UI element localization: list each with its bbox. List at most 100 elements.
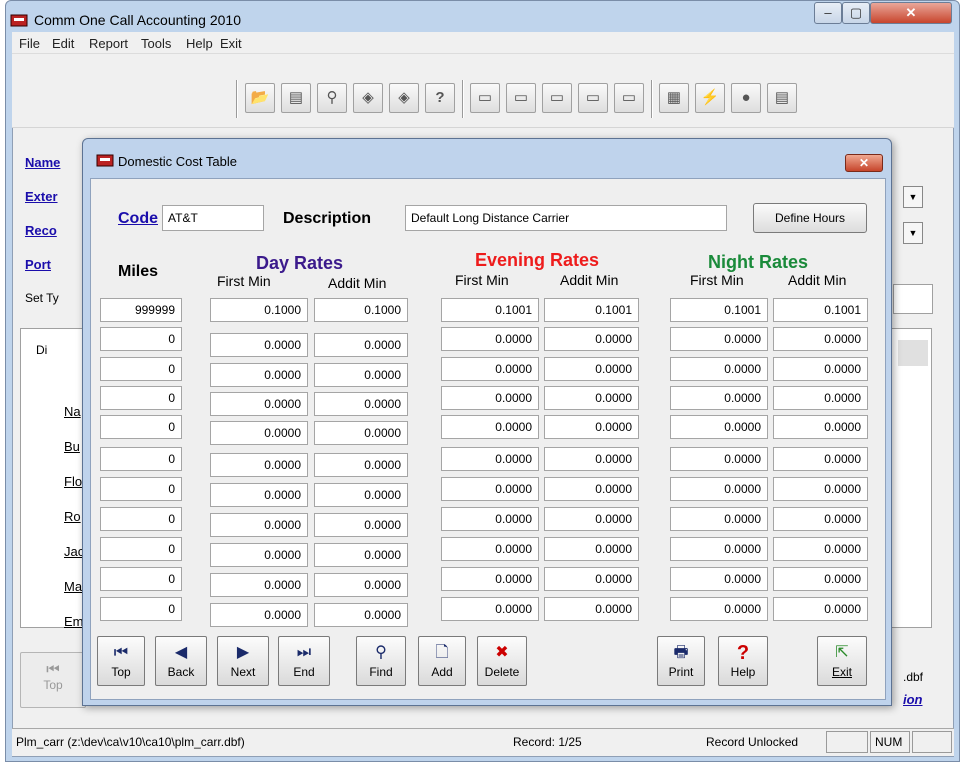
evening-first-cell[interactable]: 0.0000 [441,567,539,591]
evening-first-cell[interactable]: 0.0000 [441,386,539,410]
bg-link[interactable]: Bu [64,439,80,454]
night-first-cell[interactable]: 0.0000 [670,357,768,381]
tray2-icon[interactable]: ▭ [506,83,536,113]
day-first-cell[interactable]: 0.0000 [210,603,308,627]
delete-button[interactable]: ✖ Delete [477,636,527,686]
day-addit-cell[interactable]: 0.0000 [314,392,408,416]
miles-cell[interactable]: 0 [100,415,182,439]
night-first-cell[interactable]: 0.0000 [670,386,768,410]
evening-addit-cell[interactable]: 0.0000 [544,477,639,501]
night-first-cell[interactable]: 0.0000 [670,415,768,439]
day-first-cell[interactable]: 0.0000 [210,363,308,387]
bg-link[interactable]: ion [903,692,923,707]
miles-cell[interactable]: 0 [100,537,182,561]
tray4-icon[interactable]: ▭ [578,83,608,113]
bg-link[interactable]: Ma [64,579,82,594]
evening-first-cell[interactable]: 0.1001 [441,298,539,322]
miles-cell[interactable]: 0 [100,447,182,471]
find-button[interactable]: ⚲ Find [356,636,406,686]
day-addit-cell[interactable]: 0.0000 [314,453,408,477]
evening-first-cell[interactable]: 0.0000 [441,507,539,531]
day-first-cell[interactable]: 0.0000 [210,392,308,416]
code-field[interactable]: AT&T [162,205,264,231]
evening-first-cell[interactable]: 0.0000 [441,447,539,471]
night-addit-cell[interactable]: 0.0000 [773,567,868,591]
menu-help[interactable]: Help [186,36,213,51]
menu-report[interactable]: Report [89,36,128,51]
day-first-cell[interactable]: 0.0000 [210,573,308,597]
tray3-icon[interactable]: ▭ [542,83,572,113]
evening-addit-cell[interactable]: 0.0000 [544,415,639,439]
miles-cell[interactable]: 0 [100,507,182,531]
menu-edit[interactable]: Edit [52,36,74,51]
bg-top-button[interactable]: ⏮ Top [20,652,86,708]
day-addit-cell[interactable]: 0.0000 [314,483,408,507]
tag-icon[interactable]: ◈ [353,83,383,113]
globe-icon[interactable]: ⚲ [317,83,347,113]
day-first-cell[interactable]: 0.0000 [210,543,308,567]
day-addit-cell[interactable]: 0.1000 [314,298,408,322]
tray5-icon[interactable]: ▭ [614,83,644,113]
miles-cell[interactable]: 0 [100,327,182,351]
day-addit-cell[interactable]: 0.0000 [314,603,408,627]
night-first-cell[interactable]: 0.1001 [670,298,768,322]
evening-addit-cell[interactable]: 0.0000 [544,507,639,531]
bg-link[interactable]: Em [64,614,84,629]
close-button[interactable]: ✕ [870,2,952,24]
tag2-icon[interactable]: ◈ [389,83,419,113]
night-addit-cell[interactable]: 0.0000 [773,327,868,351]
day-addit-cell[interactable]: 0.0000 [314,573,408,597]
night-first-cell[interactable]: 0.0000 [670,447,768,471]
evening-addit-cell[interactable]: 0.0000 [544,386,639,410]
miles-cell[interactable]: 0 [100,477,182,501]
side-link-name[interactable]: Name [25,155,60,170]
top-button[interactable]: ⏮ Top [97,636,145,686]
day-first-cell[interactable]: 0.0000 [210,421,308,445]
tray1-icon[interactable]: ▭ [470,83,500,113]
evening-first-cell[interactable]: 0.0000 [441,327,539,351]
evening-first-cell[interactable]: 0.0000 [441,415,539,439]
card-icon[interactable]: ▤ [767,83,797,113]
next-button[interactable]: ▶ Next [217,636,269,686]
night-addit-cell[interactable]: 0.0000 [773,357,868,381]
evening-addit-cell[interactable]: 0.0000 [544,447,639,471]
night-first-cell[interactable]: 0.0000 [670,537,768,561]
night-first-cell[interactable]: 0.0000 [670,567,768,591]
dropdown-arrow-icon[interactable]: ▼ [903,186,923,208]
back-button[interactable]: ◀ Back [155,636,207,686]
description-field[interactable]: Default Long Distance Carrier [405,205,727,231]
print-button[interactable]: 🖶 Print [657,636,705,686]
exit-button[interactable]: ⇱ Exit [817,636,867,686]
set-type-field[interactable] [893,284,933,314]
menu-tools[interactable]: Tools [141,36,171,51]
night-addit-cell[interactable]: 0.0000 [773,597,868,621]
dialog-close-button[interactable]: ✕ [845,154,883,172]
miles-cell[interactable]: 0 [100,386,182,410]
day-first-cell[interactable]: 0.0000 [210,483,308,507]
evening-addit-cell[interactable]: 0.0000 [544,357,639,381]
miles-cell[interactable]: 0 [100,357,182,381]
menu-file[interactable]: File [19,36,40,51]
night-addit-cell[interactable]: 0.0000 [773,447,868,471]
open-folder-icon[interactable]: 📂 [245,83,275,113]
miles-cell[interactable]: 0 [100,597,182,621]
day-addit-cell[interactable]: 0.0000 [314,421,408,445]
night-first-cell[interactable]: 0.0000 [670,507,768,531]
night-addit-cell[interactable]: 0.0000 [773,386,868,410]
bg-link[interactable]: Flo [64,474,82,489]
printer-icon[interactable]: ▤ [281,83,311,113]
add-button[interactable]: 🗋 Add [418,636,466,686]
night-first-cell[interactable]: 0.0000 [670,327,768,351]
miles-cell[interactable]: 0 [100,567,182,591]
night-addit-cell[interactable]: 0.0000 [773,477,868,501]
evening-addit-cell[interactable]: 0.0000 [544,567,639,591]
bg-link[interactable]: Ro [64,509,81,524]
day-addit-cell[interactable]: 0.0000 [314,363,408,387]
night-addit-cell[interactable]: 0.1001 [773,298,868,322]
evening-addit-cell[interactable]: 0.0000 [544,327,639,351]
day-first-cell[interactable]: 0.1000 [210,298,308,322]
evening-first-cell[interactable]: 0.0000 [441,537,539,561]
help-icon[interactable]: ? [425,83,455,113]
maximize-button[interactable]: ▢ [842,2,870,24]
evening-first-cell[interactable]: 0.0000 [441,357,539,381]
